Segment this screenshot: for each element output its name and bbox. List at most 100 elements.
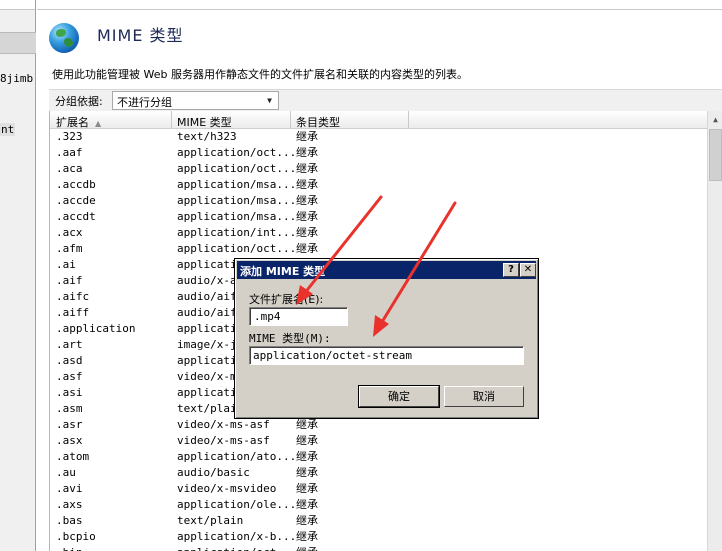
table-row[interactable]: .accde application/msa... 继承 — [50, 193, 706, 209]
row-mime-cell: application/int... — [177, 226, 295, 239]
column-header-extension[interactable]: 扩展名 ▲ — [56, 114, 101, 130]
row-extension-cell: .bcpio — [56, 530, 96, 543]
row-mime-cell: application/msa... — [177, 194, 295, 207]
table-row[interactable]: .bas text/plain 继承 — [50, 513, 706, 529]
row-extension-cell: .accdt — [56, 210, 96, 223]
row-extension-cell: .accdb — [56, 178, 96, 191]
table-row[interactable]: .accdt application/msa... 继承 — [50, 209, 706, 225]
row-mime-cell: video/x-msvideo — [177, 482, 277, 495]
table-row[interactable]: .axs application/ole... 继承 — [50, 497, 706, 513]
column-divider[interactable] — [408, 111, 409, 129]
row-entry-type-cell: 继承 — [296, 146, 318, 159]
scroll-up-icon[interactable]: ▲ — [708, 111, 722, 128]
row-entry-type-cell: 继承 — [296, 450, 318, 463]
row-extension-cell: .asi — [56, 386, 83, 399]
row-mime-cell: application/ato... — [177, 450, 295, 463]
cancel-button[interactable]: 取消 — [444, 386, 524, 407]
row-extension-cell: .323 — [56, 130, 83, 143]
row-extension-cell: .ai — [56, 258, 76, 271]
row-entry-type-cell: 继承 — [296, 434, 318, 447]
group-by-value: 不进行分组 — [117, 96, 172, 109]
table-row[interactable]: .aaf application/oct... 继承 — [50, 145, 706, 161]
file-extension-label: 文件扩展名(E): — [249, 293, 324, 306]
table-row[interactable]: .aca application/oct... 继承 — [50, 161, 706, 177]
column-header-mime-type[interactable]: MIME 类型 — [177, 114, 232, 130]
group-by-toolbar: 分组依据: 不进行分组 ▼ — [49, 89, 722, 111]
row-mime-cell: text/plain — [177, 514, 244, 527]
table-row[interactable]: .atom application/ato... 继承 — [50, 449, 706, 465]
dialog-title-bar[interactable]: 添加 MIME 类型 ? ✕ — [237, 261, 536, 279]
row-mime-cell: application/msa... — [177, 178, 295, 191]
table-row[interactable]: .avi video/x-msvideo 继承 — [50, 481, 706, 497]
table-row[interactable]: .accdb application/msa... 继承 — [50, 177, 706, 193]
row-extension-cell: .bas — [56, 514, 83, 527]
help-button[interactable]: ? — [503, 263, 519, 277]
row-extension-cell: .bin — [56, 545, 174, 551]
table-row[interactable]: .binapplication/oct...继承 — [50, 545, 706, 551]
globe-land-shape — [56, 29, 66, 37]
row-entry-type-cell: 继承 — [296, 482, 318, 495]
column-header-entry-type[interactable]: 条目类型 — [296, 114, 340, 130]
row-mime-cell: audio/basic — [177, 466, 250, 479]
row-entry-type-cell: 继承 — [296, 466, 318, 479]
table-row[interactable]: .afm application/oct... 继承 — [50, 241, 706, 257]
row-extension-cell: .aiff — [56, 306, 90, 319]
ok-button[interactable]: 确定 — [358, 385, 440, 408]
column-divider[interactable] — [171, 111, 172, 129]
column-divider[interactable] — [290, 111, 291, 129]
table-row[interactable]: .asx video/x-ms-asf 继承 — [50, 433, 706, 449]
globe-icon — [49, 23, 79, 53]
group-by-select[interactable]: 不进行分组 ▼ — [112, 91, 279, 110]
row-entry-type-cell: 继承 — [296, 418, 318, 431]
row-extension-cell: .asm — [56, 402, 83, 415]
row-entry-type-cell: 继承 — [296, 162, 318, 175]
connection-tree-item-selected[interactable]: nt — [0, 123, 16, 136]
row-extension-cell: .asr — [56, 418, 83, 431]
mime-type-label: MIME 类型(M): — [249, 332, 331, 345]
row-extension-cell: .atom — [56, 450, 90, 463]
row-mime-cell: application/ole... — [177, 498, 295, 511]
row-entry-type-cell: 继承 — [296, 545, 376, 551]
vertical-scrollbar[interactable]: ▲ — [707, 111, 722, 551]
row-extension-cell: .application — [56, 322, 136, 335]
row-extension-cell: .aaf — [56, 146, 83, 159]
row-extension-cell: .accde — [56, 194, 96, 207]
scrollbar-thumb[interactable] — [709, 129, 722, 181]
row-entry-type-cell: 继承 — [296, 514, 318, 527]
row-extension-cell: .asf — [56, 370, 83, 383]
table-row[interactable]: .asr video/x-ms-asf 继承 — [50, 417, 706, 433]
row-entry-type-cell: 继承 — [296, 130, 318, 143]
row-extension-cell: .asd — [56, 354, 83, 367]
table-row[interactable]: .au audio/basic 继承 — [50, 465, 706, 481]
page-title: MIME 类型 — [97, 26, 184, 45]
table-row[interactable]: .acx application/int... 继承 — [50, 225, 706, 241]
group-by-label: 分组依据: — [55, 95, 103, 108]
table-row[interactable]: .323 text/h323 继承 — [50, 129, 706, 145]
left-panel-top-border — [0, 0, 35, 10]
table-row[interactable]: .bcpio application/x-b... 继承 — [50, 529, 706, 545]
row-entry-type-cell: 继承 — [296, 498, 318, 511]
row-entry-type-cell: 继承 — [296, 226, 318, 239]
row-mime-cell: application/x-b... — [177, 530, 295, 543]
row-extension-cell: .afm — [56, 242, 83, 255]
row-mime-cell: application/oct... — [177, 242, 295, 255]
chevron-down-icon[interactable]: ▼ — [263, 93, 276, 108]
row-extension-cell: .art — [56, 338, 83, 351]
close-button[interactable]: ✕ — [520, 263, 536, 277]
connection-tree-item[interactable]: 8jimb — [0, 72, 33, 85]
file-extension-input[interactable]: .mp4 — [249, 307, 348, 326]
row-mime-cell: video/x-ms-asf — [177, 418, 270, 431]
dialog-title: 添加 MIME 类型 — [240, 265, 326, 278]
row-mime-cell: application/oct... — [177, 146, 295, 159]
row-entry-type-cell: 继承 — [296, 242, 318, 255]
add-mime-type-dialog: 添加 MIME 类型 ? ✕ 文件扩展名(E): .mp4 MIME 类型(M)… — [234, 258, 539, 419]
column-header-extension-label: 扩展名 — [56, 116, 89, 129]
row-extension-cell: .aifc — [56, 290, 90, 303]
row-mime-cell: application/msa... — [177, 210, 295, 223]
row-entry-type-cell: 继承 — [296, 178, 318, 191]
row-extension-cell: .acx — [56, 226, 83, 239]
row-extension-cell: .axs — [56, 498, 83, 511]
mime-type-input[interactable]: application/octet-stream — [249, 346, 524, 365]
page-top-frame — [37, 0, 722, 10]
sort-ascending-icon: ▲ — [95, 119, 102, 128]
